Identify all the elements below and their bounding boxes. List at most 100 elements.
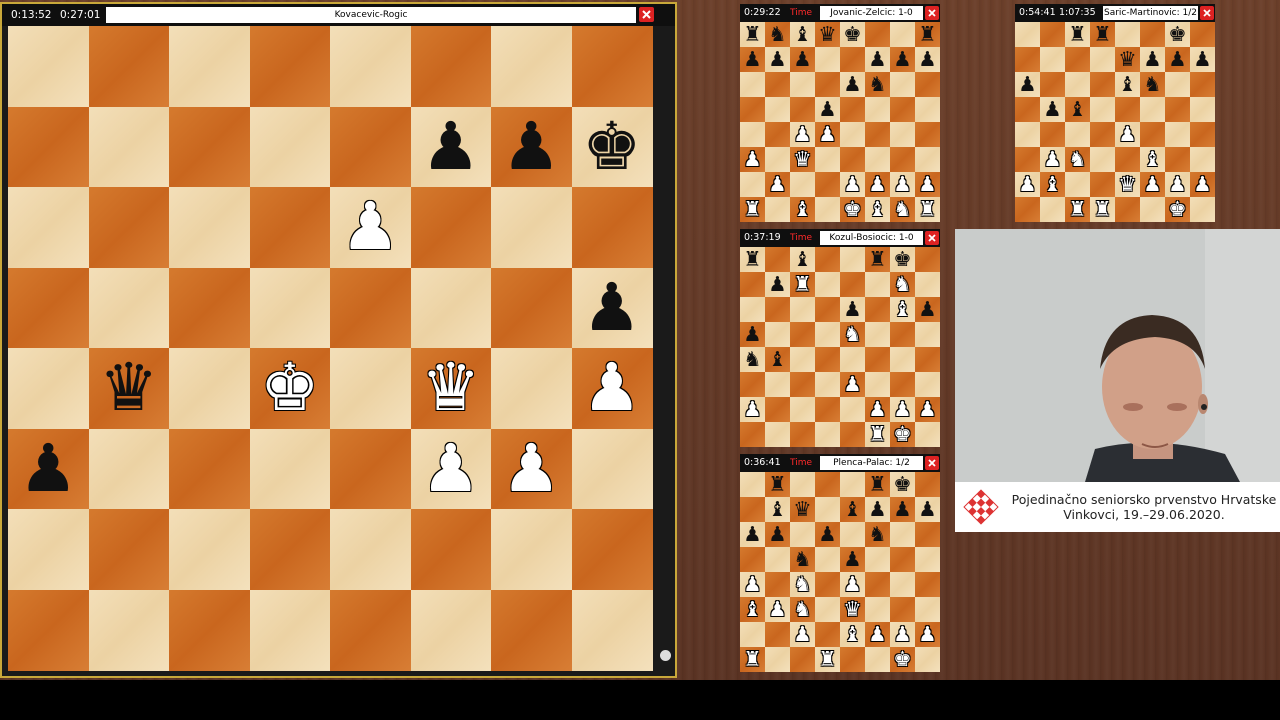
board-square[interactable] [1190, 147, 1215, 172]
black-rook-icon[interactable]: ♜ [865, 247, 890, 272]
board-square[interactable] [890, 122, 915, 147]
close-button[interactable] [639, 7, 654, 22]
black-pawn-icon[interactable]: ♟ [1040, 97, 1065, 122]
board-square[interactable] [491, 509, 572, 590]
black-pawn-icon[interactable]: ♟ [815, 97, 840, 122]
board-square[interactable] [740, 72, 765, 97]
board-square[interactable] [915, 422, 940, 447]
black-bishop-icon[interactable]: ♝ [1065, 97, 1090, 122]
board-square[interactable] [1040, 22, 1065, 47]
board-square[interactable] [840, 47, 865, 72]
board-square[interactable] [865, 372, 890, 397]
board-square[interactable] [815, 247, 840, 272]
white-pawn-icon[interactable]: ♟ [865, 172, 890, 197]
board-square[interactable] [1190, 122, 1215, 147]
board-square[interactable] [1090, 97, 1115, 122]
white-pawn-icon[interactable]: ♟ [890, 172, 915, 197]
white-bishop-icon[interactable]: ♝ [790, 197, 815, 222]
white-bishop-icon[interactable]: ♝ [840, 622, 865, 647]
scroll-handle[interactable] [660, 650, 671, 661]
board-square[interactable] [8, 26, 89, 107]
white-pawn-icon[interactable]: ♟ [840, 572, 865, 597]
board-square[interactable] [815, 147, 840, 172]
board-square[interactable] [890, 22, 915, 47]
black-pawn-icon[interactable]: ♟ [765, 522, 790, 547]
board-square[interactable] [865, 547, 890, 572]
board-square[interactable] [865, 22, 890, 47]
white-knight-icon[interactable]: ♞ [790, 597, 815, 622]
board-square[interactable] [765, 322, 790, 347]
board-square[interactable] [1065, 172, 1090, 197]
board-square[interactable] [169, 428, 250, 510]
white-pawn-icon[interactable]: ♟ [1115, 122, 1140, 147]
board-square[interactable] [840, 647, 865, 672]
board-square[interactable] [790, 297, 815, 322]
black-rook-icon[interactable]: ♜ [865, 472, 890, 497]
board-square[interactable] [865, 97, 890, 122]
board-square[interactable] [765, 572, 790, 597]
black-pawn-icon[interactable]: ♟ [740, 47, 765, 72]
board-square[interactable] [1115, 97, 1140, 122]
white-rook-icon[interactable]: ♜ [1090, 197, 1115, 222]
white-pawn-icon[interactable]: ♟ [790, 622, 815, 647]
board-square[interactable] [915, 272, 940, 297]
board-square[interactable] [1040, 47, 1065, 72]
black-pawn-icon[interactable]: ♟ [1015, 72, 1040, 97]
board-square[interactable] [740, 122, 765, 147]
board-square[interactable] [815, 572, 840, 597]
board-square[interactable] [491, 589, 572, 671]
board-square[interactable] [790, 347, 815, 372]
white-queen-icon[interactable]: ♛ [840, 597, 865, 622]
board-square[interactable] [330, 348, 411, 429]
close-button[interactable] [925, 6, 939, 20]
white-pawn-icon[interactable]: ♟ [411, 429, 492, 510]
board-square[interactable] [840, 422, 865, 447]
white-pawn-icon[interactable]: ♟ [491, 429, 572, 510]
black-queen-icon[interactable]: ♛ [1115, 47, 1140, 72]
board-square[interactable] [330, 106, 411, 188]
black-bishop-icon[interactable]: ♝ [765, 497, 790, 522]
black-pawn-icon[interactable]: ♟ [765, 272, 790, 297]
black-pawn-icon[interactable]: ♟ [865, 497, 890, 522]
black-king-icon[interactable]: ♚ [890, 247, 915, 272]
white-bishop-icon[interactable]: ♝ [1140, 147, 1165, 172]
board-square[interactable] [815, 472, 840, 497]
black-pawn-icon[interactable]: ♟ [865, 47, 890, 72]
board-square[interactable] [865, 347, 890, 372]
white-queen-icon[interactable]: ♛ [790, 147, 815, 172]
black-queen-icon[interactable]: ♛ [89, 348, 170, 429]
black-bishop-icon[interactable]: ♝ [790, 247, 815, 272]
black-pawn-icon[interactable]: ♟ [840, 72, 865, 97]
board-square[interactable] [1190, 197, 1215, 222]
board-square[interactable] [8, 509, 89, 590]
board-square[interactable] [790, 372, 815, 397]
board-square[interactable] [1190, 97, 1215, 122]
board-square[interactable] [1065, 122, 1090, 147]
board-square[interactable] [410, 26, 492, 107]
board-square[interactable] [790, 72, 815, 97]
board-square[interactable] [790, 522, 815, 547]
board-square[interactable] [740, 472, 765, 497]
board-square[interactable] [8, 589, 89, 671]
mini-chessboard-4[interactable]: ♜ ♜ ♚ ♝ ♛ ♝ ♟ ♟ ♟ ♟ ♟ ♟ ♞ ♞ ♟ ♟ ♞ ♟ ♝ ♟ ♞ ♛ ♟ ♝ ♟ ♟ ♟ ♜ ♜ ♚ [740, 472, 940, 672]
board-square[interactable] [169, 26, 250, 107]
board-square[interactable] [1165, 147, 1190, 172]
board-square[interactable] [840, 97, 865, 122]
white-pawn-icon[interactable]: ♟ [890, 397, 915, 422]
board-square[interactable] [249, 428, 331, 510]
board-square[interactable] [249, 509, 331, 590]
board-square[interactable] [765, 297, 790, 322]
board-square[interactable] [571, 187, 653, 268]
white-king-icon[interactable]: ♚ [840, 197, 865, 222]
white-knight-icon[interactable]: ♞ [790, 572, 815, 597]
board-square[interactable] [571, 428, 653, 510]
board-square[interactable] [1040, 197, 1065, 222]
board-square[interactable] [1115, 197, 1140, 222]
board-square[interactable] [915, 97, 940, 122]
white-rook-icon[interactable]: ♜ [790, 272, 815, 297]
board-square[interactable] [765, 247, 790, 272]
board-square[interactable] [890, 547, 915, 572]
black-rook-icon[interactable]: ♜ [915, 22, 940, 47]
white-pawn-icon[interactable]: ♟ [1190, 172, 1215, 197]
board-square[interactable] [865, 597, 890, 622]
